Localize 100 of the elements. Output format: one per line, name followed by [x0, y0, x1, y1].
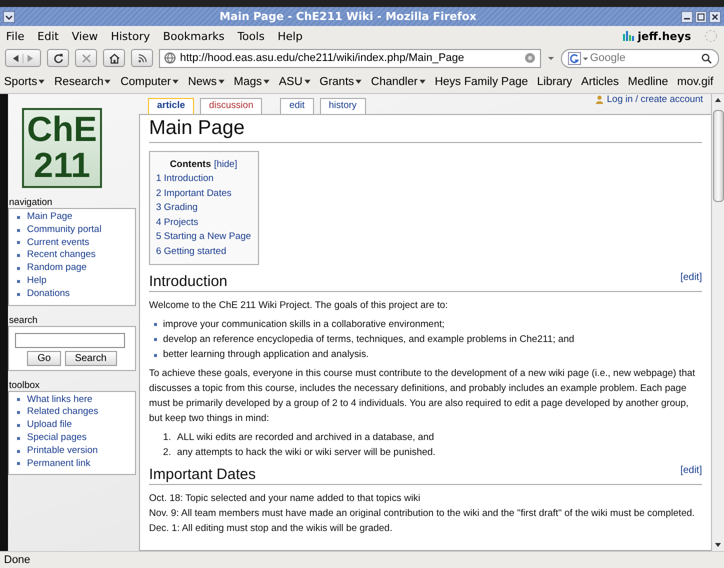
page-tab[interactable]: discussion — [200, 98, 262, 114]
sidebar-link[interactable]: Current events — [27, 236, 90, 250]
sidebar-link[interactable]: Donations — [27, 288, 70, 301]
portlet-title: search — [8, 314, 39, 326]
caret-icon[interactable] — [582, 54, 589, 62]
minimize-icon[interactable] — [681, 10, 693, 22]
sidebar-link[interactable]: Main Page — [27, 211, 72, 224]
bars-icon — [622, 30, 635, 42]
throbber-icon — [704, 29, 718, 43]
feed-button[interactable] — [131, 49, 153, 67]
reload-icon — [52, 52, 64, 64]
bookmark-item[interactable]: Heys Family Page — [434, 76, 528, 88]
search-panel-button[interactable]: Search — [64, 350, 117, 366]
menu-item[interactable]: Help — [278, 30, 303, 42]
page-tab[interactable]: history — [320, 98, 366, 114]
bullet-icon — [17, 450, 20, 453]
site-icon[interactable] — [524, 52, 536, 64]
paragraph: To achieve these goals, everyone in this course must contribute to the development of a new wiki page (i.e., new webpage) that discusses a topic from this course, includes the necessary definitions, and probably includes an example problem. Each page must be primarily developed by a group of 2 to 4 individuals. You are also required to edit a page developed by another group, but keep two things in mind: — [149, 366, 696, 426]
list-number: 2. — [163, 446, 172, 460]
maximize-icon[interactable] — [695, 10, 707, 22]
toc-link[interactable]: 3 Grading — [156, 201, 252, 216]
scroll-down-icon[interactable] — [714, 541, 722, 549]
bookmark-menu[interactable]: Sports — [4, 76, 46, 88]
toc-link[interactable]: 4 Projects — [156, 216, 252, 230]
globe-icon — [164, 52, 176, 64]
sidebar-link[interactable]: Related changes — [27, 406, 98, 420]
portlet-title: toolbox — [8, 380, 41, 391]
edit-link[interactable]: [edit] — [680, 272, 702, 283]
logo-background[interactable]: ChE 211 — [22, 108, 102, 188]
bookmark-menu[interactable]: Grants — [320, 76, 362, 88]
window-menu-icon[interactable] — [3, 10, 15, 22]
sidebar-link[interactable]: Help — [27, 274, 47, 288]
bookmark-menu[interactable]: Mags — [234, 76, 270, 88]
sidebar-link[interactable]: Permanent link — [27, 458, 90, 470]
menu-item[interactable]: Bookmarks — [162, 30, 224, 42]
reload-button[interactable] — [47, 49, 69, 67]
toc-link[interactable]: 6 Getting started — [156, 244, 252, 260]
bookmark-menu[interactable]: News — [188, 76, 225, 88]
menu-item[interactable]: History — [110, 30, 150, 42]
back-forward-button[interactable] — [5, 49, 41, 67]
search-icon[interactable] — [701, 52, 712, 64]
logo-text: ChE — [27, 112, 97, 148]
toc-link[interactable]: 2 Important Dates — [156, 186, 252, 202]
sidebar-link[interactable]: What links here — [27, 394, 92, 406]
sidebar-link[interactable]: Printable version — [27, 444, 98, 458]
toc-link[interactable]: 1 Introduction — [156, 172, 252, 187]
window-title: Main Page - ChE211 Wiki - Mozilla Firefox — [218, 10, 478, 23]
section-heading: Important Dates — [149, 464, 256, 484]
search-field[interactable]: Google — [561, 48, 719, 68]
close-icon[interactable] — [709, 10, 721, 22]
bullet-icon — [17, 241, 20, 244]
bookmark-item[interactable]: Articles — [581, 76, 619, 88]
login-link[interactable]: Log in / create account — [606, 94, 703, 105]
scroll-up-icon[interactable] — [714, 96, 722, 104]
toc-title: Contents — [170, 159, 211, 170]
menu-item[interactable]: Tools — [237, 30, 265, 42]
search-field[interactable] — [15, 332, 125, 348]
sidebar-link[interactable]: Random page — [27, 262, 87, 275]
address-bar[interactable]: http://hood.eas.asu.edu/che211/wiki/index.php/Main_Page — [159, 48, 541, 68]
bookmark-item[interactable]: mov.gif — [677, 76, 714, 88]
sidebar-link[interactable]: Special pages — [27, 432, 87, 445]
edit-link[interactable]: [edit] — [680, 464, 702, 476]
bullet-icon — [17, 280, 20, 283]
search-panel-button[interactable]: Go — [27, 350, 61, 366]
bullet-item: improve your communication skills in a collaborative environment; — [163, 318, 445, 332]
menu-item[interactable]: View — [72, 30, 98, 42]
scrollbar[interactable] — [711, 94, 724, 551]
bullet-icon — [17, 436, 20, 440]
bookmark-menu[interactable]: Research — [54, 76, 112, 88]
bullet-icon — [17, 254, 20, 258]
bookmark-item[interactable]: Library — [537, 76, 572, 88]
date-line: Oct. 18: Topic selected and your name added to that topics wiki — [149, 492, 422, 506]
page-tab[interactable]: article — [148, 98, 194, 114]
sidebar-link[interactable]: Upload file — [27, 419, 72, 432]
toc-link[interactable]: 5 Starting a New Page — [156, 230, 252, 245]
user-icon — [594, 95, 604, 104]
bookmark-menu[interactable]: Chandler — [371, 76, 426, 88]
bookmark-item[interactable]: Medline — [628, 76, 668, 88]
bullet-icon — [17, 462, 20, 466]
bullet-icon — [17, 267, 20, 270]
bullet-icon — [154, 322, 157, 326]
stop-button[interactable] — [75, 49, 97, 67]
menu-item[interactable]: Edit — [37, 30, 59, 42]
bullet-icon — [17, 424, 20, 428]
bullet-icon — [154, 338, 157, 342]
bullet-icon — [17, 411, 20, 414]
home-icon — [108, 52, 120, 64]
home-button[interactable] — [103, 49, 125, 67]
menu-item[interactable]: File — [6, 30, 24, 42]
page-tab[interactable]: edit — [280, 98, 314, 114]
scroll-thumb[interactable] — [712, 110, 724, 202]
sidebar-link[interactable]: Community portal — [27, 224, 102, 237]
search-engine-icon[interactable] — [568, 52, 581, 64]
dropdown-arrow-icon[interactable] — [547, 54, 555, 62]
hide-link[interactable]: [hide] — [214, 159, 238, 170]
bookmark-menu[interactable]: ASU — [278, 76, 311, 88]
numbered-item: any attempts to hack the wiki or wiki server will be punished. — [177, 446, 436, 460]
bookmark-menu[interactable]: Computer — [120, 76, 179, 88]
sidebar-link[interactable]: Recent changes — [27, 249, 96, 262]
url-text[interactable]: http://hood.eas.asu.edu/che211/wiki/index.php/Main_Page — [180, 52, 464, 64]
